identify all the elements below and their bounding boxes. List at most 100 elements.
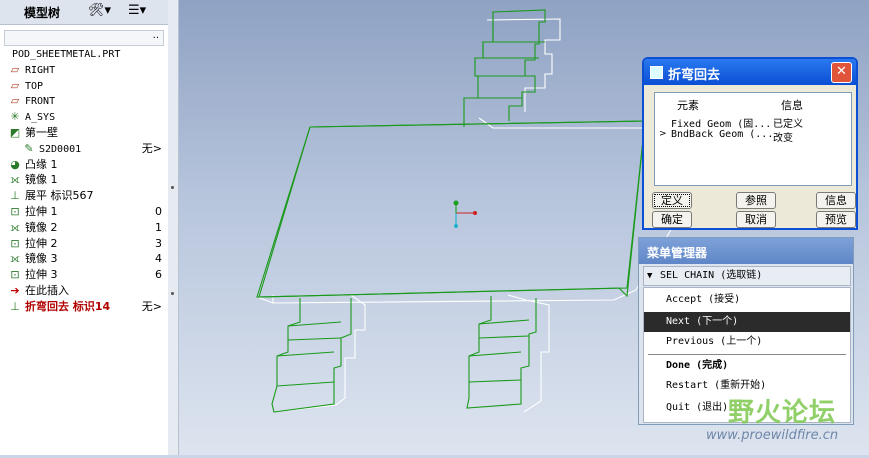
expand-caret-icon: > xyxy=(659,129,667,139)
model-tree-header: 模型树 🛠▾ ☰▾ xyxy=(0,0,168,25)
flange-icon: ◕ xyxy=(10,157,20,171)
tree-item[interactable]: ▱ TOP xyxy=(0,78,168,94)
tree-item-label: 在此插入 xyxy=(25,283,69,297)
tree-item-label: 折弯回去 标识14 xyxy=(25,299,111,313)
tree-item-label: TOP xyxy=(25,80,44,92)
tree-item[interactable]: ✎ S2D0001 无> xyxy=(0,141,168,157)
tree-item-label: A_SYS xyxy=(25,112,56,124)
info-button[interactable]: 信息 xyxy=(816,192,856,209)
coordinate-triad-icon xyxy=(453,200,477,228)
dialog-title-bar[interactable]: 折弯回去 ✕ xyxy=(644,59,856,85)
splitter-knob[interactable] xyxy=(171,186,174,189)
splitter-knob[interactable] xyxy=(171,292,174,295)
extrude-icon: ⊡ xyxy=(10,204,20,218)
dialog-title: 折弯回去 xyxy=(668,68,721,83)
tree-item-label: 拉伸 2 xyxy=(25,236,58,250)
tree-item-label: 镜像 2 xyxy=(25,220,58,234)
list-icon[interactable]: ☰▾ xyxy=(128,2,146,20)
tree-item-label: FRONT xyxy=(25,96,56,108)
tree-item[interactable]: ⊡ 拉伸 2 3 xyxy=(0,236,168,252)
preview-button[interactable]: 预览 xyxy=(816,211,856,228)
extrude-icon: ⊡ xyxy=(10,268,20,282)
col-element-header: 元素 xyxy=(677,99,699,112)
sketch-icon: ✎ xyxy=(24,141,34,155)
tree-item-label: 展平 标识567 xyxy=(25,189,94,203)
datum-plane-icon: ▱ xyxy=(10,78,20,92)
tree-item[interactable]: POD_SHEETMETAL.PRT xyxy=(0,46,168,62)
model-tree-filter-bar[interactable]: .. xyxy=(4,30,164,46)
tree-item-column-value: 3 xyxy=(155,236,162,250)
tree-item[interactable]: ⟗ 镜像 3 4 xyxy=(0,251,168,267)
mirror-icon: ⟗ xyxy=(10,220,20,234)
mirror-icon: ⟗ xyxy=(10,252,20,266)
model-edges xyxy=(256,9,646,413)
datum-plane-icon: ▱ xyxy=(10,62,20,76)
bend-back-dialog: 折弯回去 ✕ 元素 信息 Fixed Geom (固... 已定义 > BndB… xyxy=(642,57,858,230)
first-wall-icon: ◩ xyxy=(9,125,21,139)
tree-item-label: RIGHT xyxy=(25,64,56,76)
tree-item-column-value: 1 xyxy=(155,220,162,234)
bend-back-icon: ⊥ xyxy=(10,299,20,313)
tree-item[interactable]: ⊥ 展平 标识567 xyxy=(0,188,168,204)
collapse-arrow-icon[interactable]: ▼ xyxy=(647,267,652,285)
menu-separator xyxy=(648,354,846,355)
menu-item-done[interactable]: Done (完成) xyxy=(644,356,850,376)
menu-item-previous[interactable]: Previous (上一个) xyxy=(644,332,850,352)
tree-item[interactable]: ◕ 凸缘 1 xyxy=(0,157,168,173)
dialog-window-icon xyxy=(650,66,663,79)
menu-item-accept[interactable]: Accept (接受) xyxy=(644,290,850,310)
submenu-label: SEL CHAIN (选取链) xyxy=(660,270,763,281)
col-info-header: 信息 xyxy=(781,99,803,112)
menu-manager-title-bar: 菜单管理器 xyxy=(639,238,853,264)
tree-item[interactable]: ⊥ 折弯回去 标识14 无> xyxy=(0,299,168,315)
tree-item[interactable]: ⊡ 拉伸 1 0 xyxy=(0,204,168,220)
tree-item[interactable]: ▱ FRONT xyxy=(0,93,168,109)
tree-item-column-value: 6 xyxy=(155,268,162,282)
tree-item-label: POD_SHEETMETAL.PRT xyxy=(12,49,121,60)
tree-item-label: 镜像 1 xyxy=(25,173,58,187)
row-info: 已定义 xyxy=(773,119,803,130)
tree-item[interactable]: ✳ A_SYS xyxy=(0,109,168,125)
table-row[interactable]: > BndBack Geom (... 改变 xyxy=(655,129,851,144)
extrude-icon: ⊡ xyxy=(10,236,20,250)
more-icon[interactable]: .. xyxy=(153,30,159,41)
references-button[interactable]: 参照 xyxy=(736,192,776,209)
tree-item-column-value: 无> xyxy=(141,299,162,313)
tree-item[interactable]: ➔ 在此插入 xyxy=(0,283,168,299)
row-element: Fixed Geom (固... xyxy=(671,119,772,130)
model-tree-list: POD_SHEETMETAL.PRT ▱ RIGHT ▱ TOP ▱ FRONT ✳ A_SYS… xyxy=(0,46,168,315)
sel-chain-submenu[interactable]: ▼ SEL CHAIN (选取链) xyxy=(643,266,851,286)
mirror-icon: ⟗ xyxy=(10,173,20,187)
tree-item[interactable]: ⊡ 拉伸 3 6 xyxy=(0,267,168,283)
close-icon[interactable]: ✕ xyxy=(831,62,852,83)
cancel-button[interactable]: 取消 xyxy=(736,211,776,228)
tree-item-label: 镜像 3 xyxy=(25,252,58,266)
insert-here-icon: ➔ xyxy=(10,283,20,297)
watermark-logo: 野火论坛 www.proewildfire.cn xyxy=(680,388,866,452)
tree-item-label: 拉伸 1 xyxy=(25,204,58,218)
model-tree-title: 模型树 xyxy=(24,6,61,20)
tree-item-label: 凸缘 1 xyxy=(25,157,58,171)
tree-item-label: 拉伸 3 xyxy=(25,268,58,282)
menu-item-next[interactable]: Next (下一个) xyxy=(644,312,850,332)
table-row[interactable]: Fixed Geom (固... 已定义 xyxy=(655,115,851,130)
tree-item[interactable]: ◩ 第一壁 xyxy=(0,125,168,141)
tree-item-label: S2D0001 xyxy=(39,143,82,155)
coordinate-system-icon: ✳ xyxy=(10,110,20,124)
define-button[interactable]: 定义 xyxy=(652,192,692,209)
menu-manager-title: 菜单管理器 xyxy=(647,246,708,260)
unbend-icon: ⊥ xyxy=(10,189,20,203)
tree-item-column-value: 无> xyxy=(141,141,162,155)
tree-item[interactable]: ⟗ 镜像 2 1 xyxy=(0,220,168,236)
watermark-text: 野火论坛 xyxy=(728,398,837,428)
tree-item[interactable]: ⟗ 镜像 1 xyxy=(0,172,168,188)
ok-button[interactable]: 确定 xyxy=(652,211,692,228)
panel-splitter[interactable] xyxy=(168,0,179,455)
tools-icon[interactable]: 🛠▾ xyxy=(88,2,111,20)
row-element: BndBack Geom (... xyxy=(671,129,774,140)
tree-item-label: 第一壁 xyxy=(25,125,58,139)
element-table: 元素 信息 Fixed Geom (固... 已定义 > BndBack Geo… xyxy=(654,92,852,186)
tree-item[interactable]: ▱ RIGHT xyxy=(0,62,168,78)
tree-item-column-value: 4 xyxy=(155,252,162,266)
model-tree-panel: 模型树 🛠▾ ☰▾ .. POD_SHEETMETAL.PRT ▱ RIGHT ▱ TO… xyxy=(0,0,169,455)
